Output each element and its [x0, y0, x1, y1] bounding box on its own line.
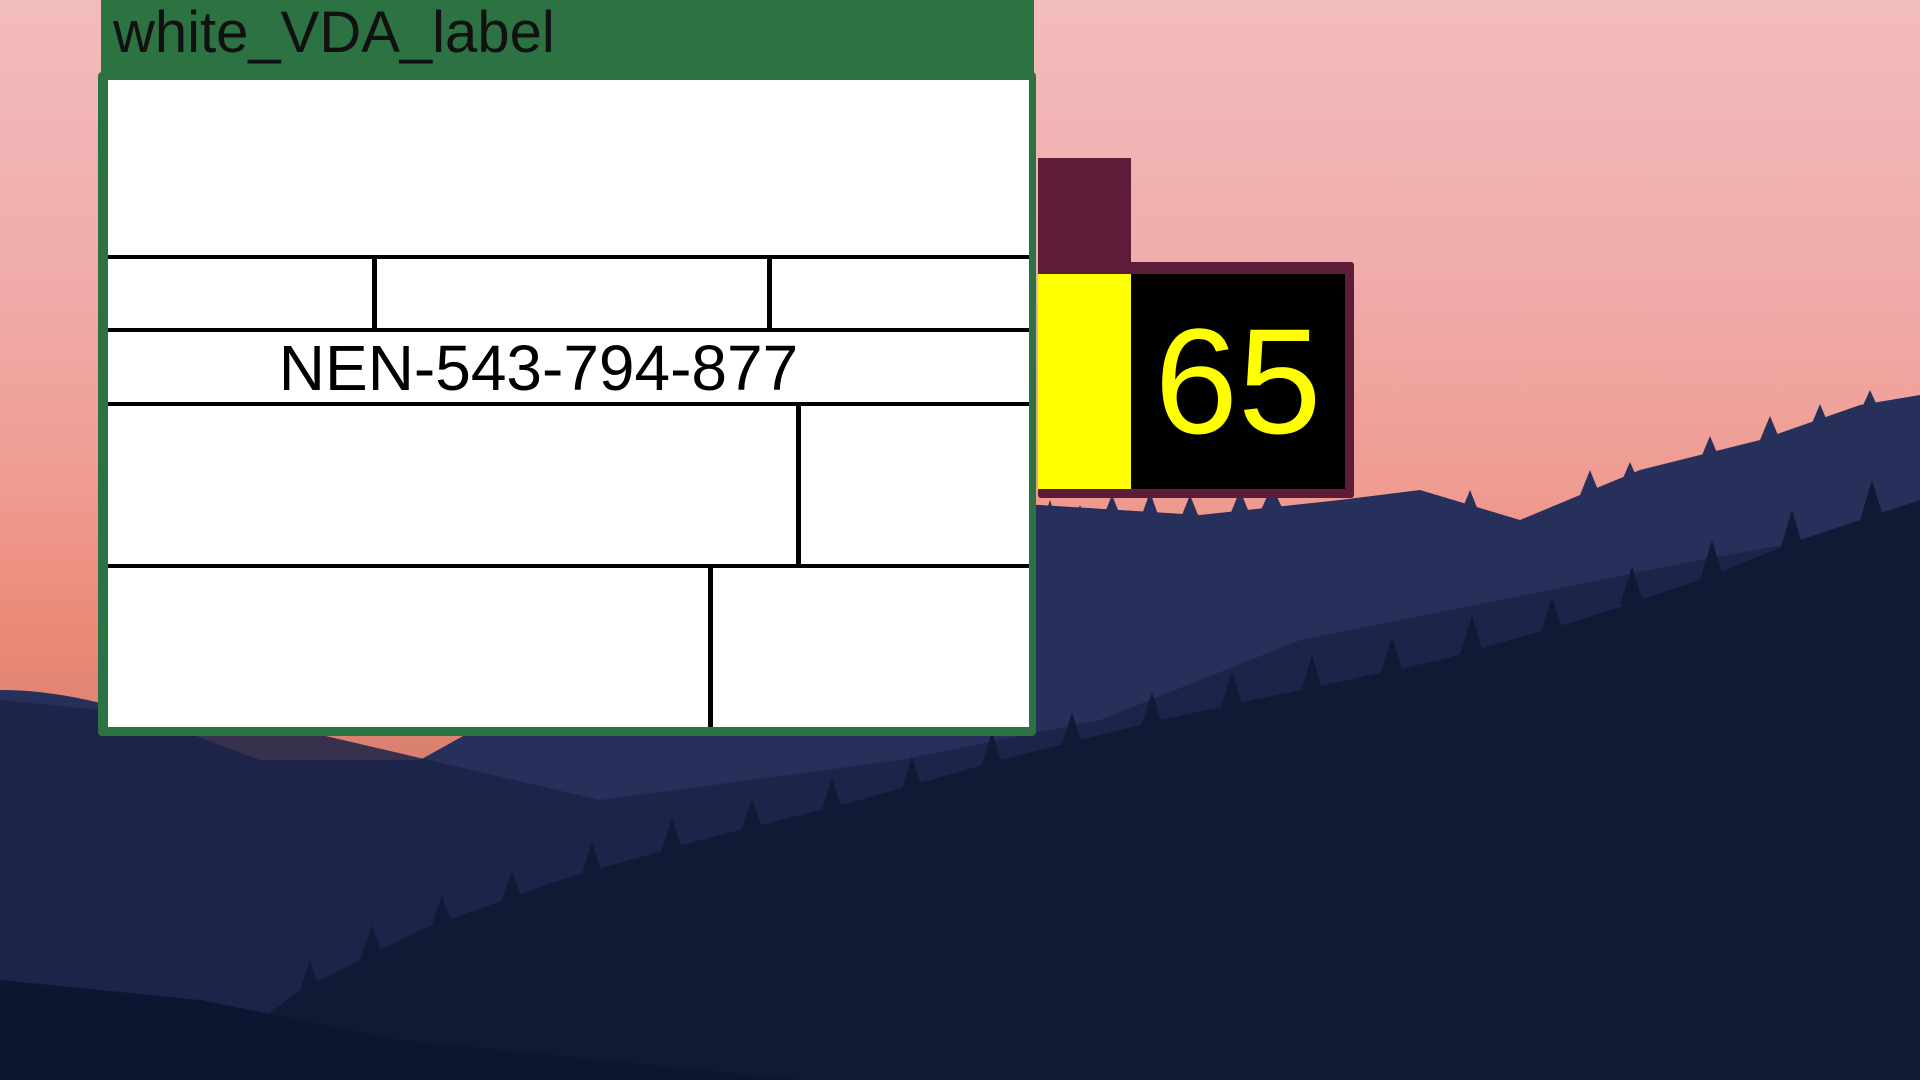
label-column-divider	[372, 258, 377, 328]
label-window-titlebar[interactable]: white_VDA_label	[101, 0, 1034, 81]
label-column-divider	[767, 258, 772, 328]
label-row-divider	[108, 402, 1029, 406]
label-column-divider	[796, 406, 801, 564]
counter-tab	[1038, 158, 1131, 268]
counter-color-swatch	[1038, 274, 1131, 489]
label-row-divider	[108, 255, 1029, 259]
label-code-text: NEN-543-794-877	[278, 332, 799, 404]
label-row-divider	[108, 564, 1029, 568]
vda-label-body: NEN-543-794-877	[108, 80, 1029, 727]
counter-value: 65	[1154, 297, 1322, 465]
label-column-divider	[708, 568, 713, 727]
window-title: white_VDA_label	[113, 0, 555, 65]
